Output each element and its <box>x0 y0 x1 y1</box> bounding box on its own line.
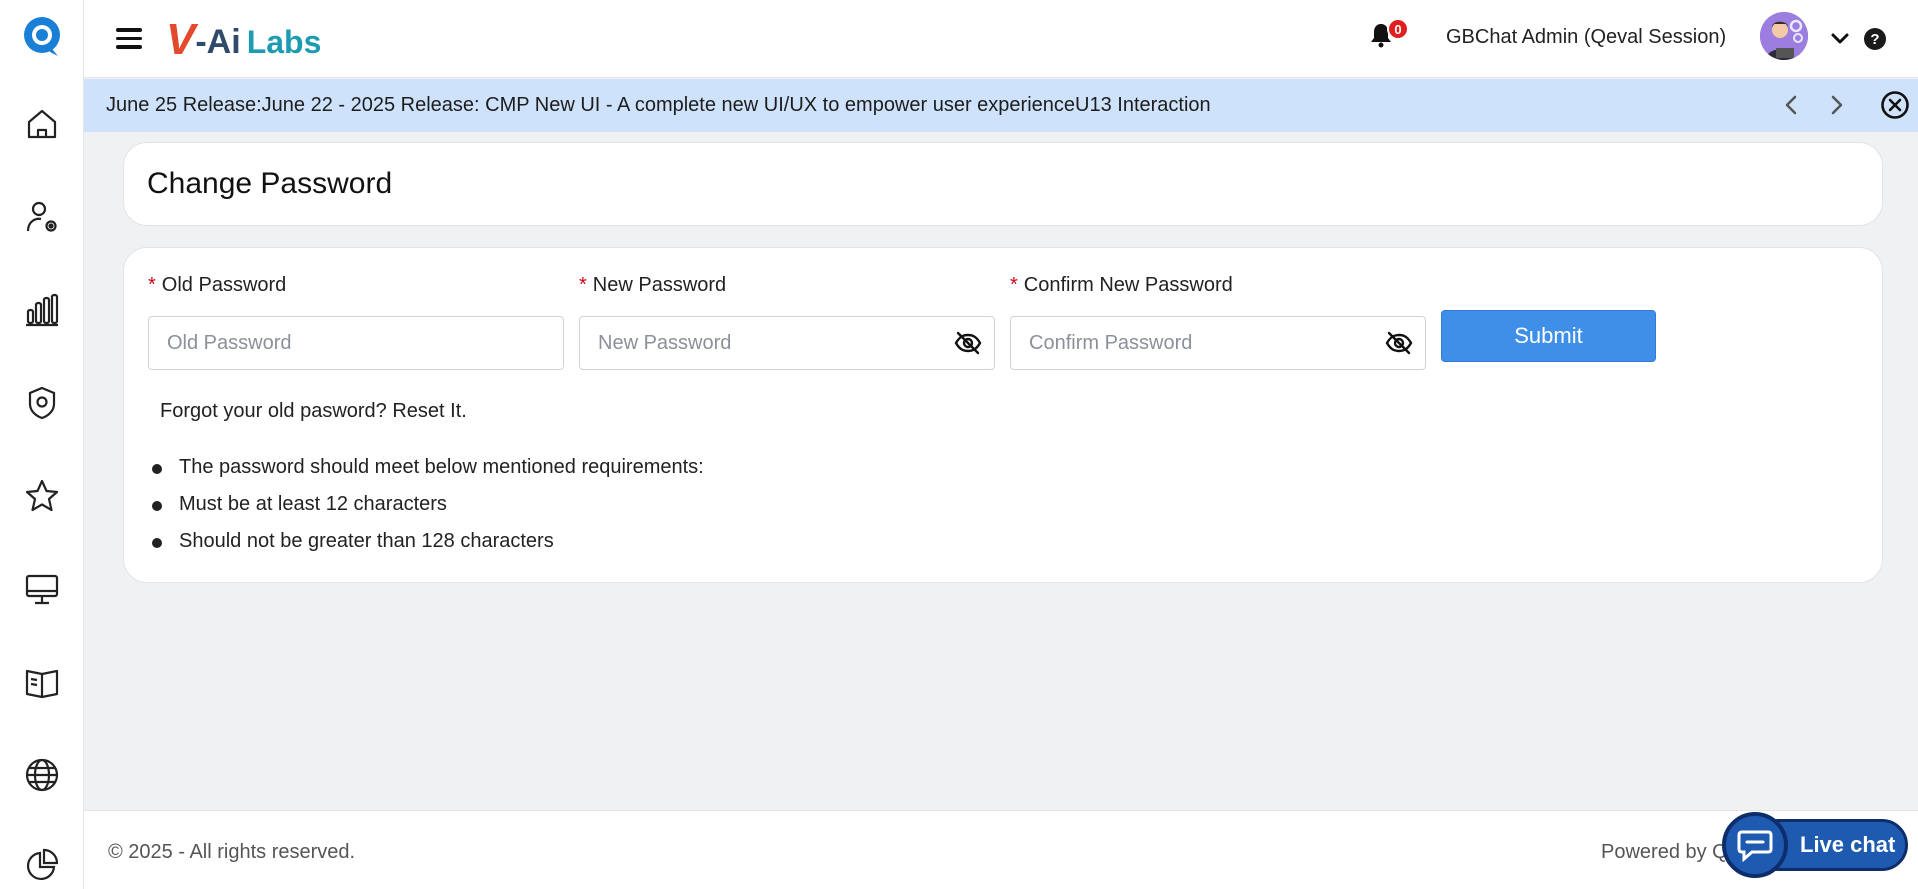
toggle-visibility-eye-slash-icon[interactable] <box>954 331 982 355</box>
sidebar-item-favorites[interactable] <box>22 476 62 516</box>
list-item: The password should meet below mentioned… <box>151 456 704 493</box>
banner-next-chevron-right-icon[interactable] <box>1824 93 1848 117</box>
list-item: Should not be greater than 128 character… <box>151 530 704 567</box>
globe-icon <box>25 758 59 792</box>
release-banner: June 25 Release:June 22 - 2025 Release: … <box>84 79 1918 132</box>
brand-logo-labs: Labs <box>246 24 322 60</box>
bar-chart-icon <box>26 293 59 327</box>
sidebar-item-knowledge-book[interactable] <box>22 662 62 702</box>
new-password-input-wrap <box>579 316 995 370</box>
release-banner-text: June 25 Release:June 22 - 2025 Release: … <box>106 94 1211 116</box>
old-password-input[interactable] <box>149 317 563 369</box>
new-password-field: * New Password <box>579 274 995 370</box>
sidebar-item-reports[interactable] <box>22 845 62 885</box>
help-icon[interactable]: ? <box>1864 28 1886 50</box>
required-marker: * <box>1010 274 1018 296</box>
list-item: Must be at least 12 characters <box>151 493 704 530</box>
user-menu-chevron-down-icon[interactable] <box>1829 28 1851 50</box>
confirm-password-field: * Confirm New Password <box>1010 274 1426 370</box>
sidebar <box>0 0 84 889</box>
menu-toggle-icon[interactable] <box>116 24 146 52</box>
live-chat-button[interactable]: Live chat <box>1722 812 1912 878</box>
shield-gear-icon <box>28 386 56 420</box>
change-password-form: * Old Password * New Password * Confirm New… <box>123 247 1883 583</box>
top-bar: V -Ai Labs 0 GBChat Admin (Qeval Session… <box>84 0 1918 78</box>
banner-prev-chevron-left-icon[interactable] <box>1780 93 1804 117</box>
chat-bubble-icon <box>1722 812 1788 878</box>
pie-chart-icon <box>27 848 59 880</box>
old-password-input-wrap <box>148 316 564 370</box>
book-icon <box>25 669 59 699</box>
brand-logo[interactable]: V -Ai Labs <box>166 12 321 62</box>
sidebar-item-monitor[interactable] <box>22 569 62 609</box>
sidebar-item-user-settings[interactable] <box>22 197 62 237</box>
forgot-password-link[interactable]: Forgot your old pasword? Reset It. <box>160 400 467 423</box>
user-avatar[interactable] <box>1760 12 1808 60</box>
footer: © 2025 - All rights reserved. Powered by… <box>84 810 1918 889</box>
user-gear-icon <box>26 201 57 232</box>
password-requirements-list: The password should meet below mentioned… <box>151 456 704 567</box>
avatar-icon <box>1760 12 1808 60</box>
page-title-card: Change Password <box>123 142 1883 226</box>
notification-count-badge: 0 <box>1387 18 1409 40</box>
required-marker: * <box>579 274 587 296</box>
powered-by-text: Powered by Q <box>1601 841 1728 863</box>
brand-logo-ai: -Ai <box>195 23 241 61</box>
submit-button[interactable]: Submit <box>1441 310 1656 362</box>
page-title: Change Password <box>147 167 393 200</box>
app-logo-icon[interactable] <box>20 14 64 58</box>
live-chat-label: Live chat <box>1800 832 1896 857</box>
confirm-password-input-wrap <box>1010 316 1426 370</box>
notifications-button[interactable]: 0 <box>1369 18 1409 56</box>
old-password-field: * Old Password <box>148 274 564 370</box>
home-icon <box>27 109 57 139</box>
sidebar-item-analytics[interactable] <box>22 290 62 330</box>
copyright-text: © 2025 - All rights reserved. <box>108 841 356 863</box>
banner-close-icon[interactable] <box>1880 90 1910 120</box>
sidebar-item-security[interactable] <box>22 383 62 423</box>
user-name[interactable]: GBChat Admin (Qeval Session) <box>1446 26 1726 49</box>
confirm-password-input[interactable] <box>1011 317 1425 369</box>
new-password-input[interactable] <box>580 317 994 369</box>
sidebar-item-globe[interactable] <box>22 755 62 795</box>
star-icon <box>25 479 59 512</box>
required-marker: * <box>148 274 156 296</box>
sidebar-item-home[interactable] <box>22 104 62 144</box>
new-password-label: * New Password <box>579 274 727 296</box>
monitor-icon <box>25 574 59 605</box>
confirm-password-label: * Confirm New Password <box>1010 274 1233 296</box>
old-password-label: * Old Password <box>148 274 287 296</box>
toggle-visibility-eye-slash-icon[interactable] <box>1385 331 1413 355</box>
brand-logo-v: V <box>166 15 196 64</box>
